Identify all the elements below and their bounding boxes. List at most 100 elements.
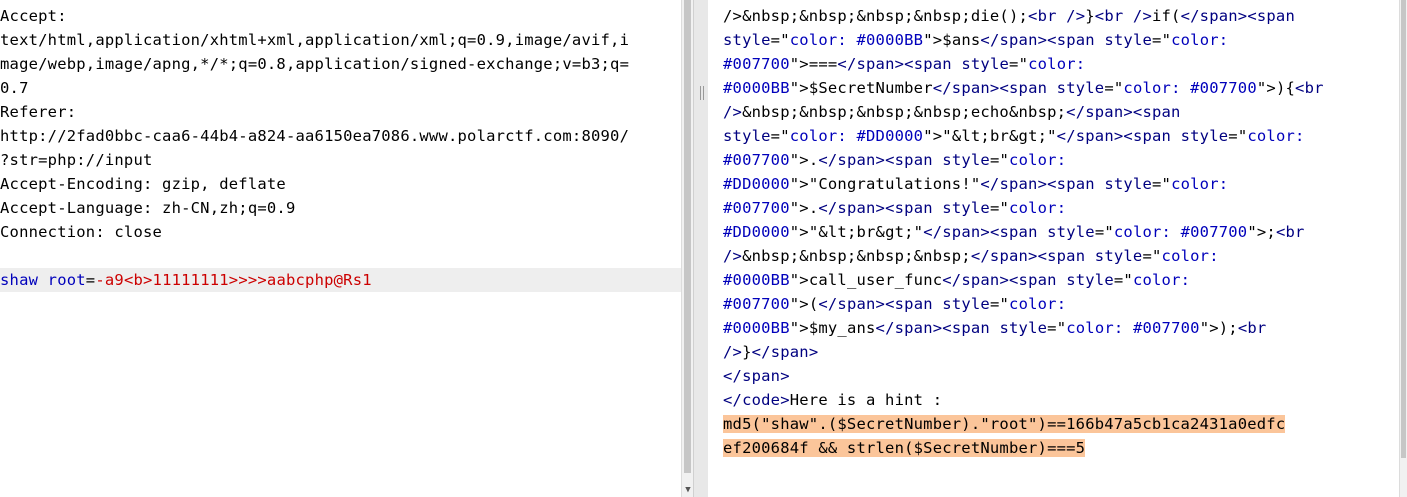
response-token: $ans (942, 31, 981, 49)
response-token: style (1094, 247, 1143, 265)
response-token: #007700 (723, 199, 790, 217)
response-token: "> (789, 271, 809, 289)
request-line: Connection: close (0, 223, 163, 241)
response-token: style (1066, 271, 1114, 289)
response-token: =" (770, 127, 790, 145)
response-line: #007700">===</span><span style="color: (723, 52, 1085, 76)
request-scrollbar-thumb[interactable] (684, 0, 691, 473)
response-token: /> (723, 103, 743, 121)
response-token: </span> (1056, 127, 1124, 145)
response-token: =" (1104, 79, 1124, 97)
response-token: </span> (875, 319, 943, 337)
response-token: <span (1123, 127, 1181, 145)
response-line: />&nbsp;&nbsp;&nbsp;&nbsp;</span><span s… (723, 244, 1219, 268)
request-line: http://2fad0bbc-caa6-44b4-a824-aa6150ea7… (0, 127, 630, 145)
response-line: #007700">(</span><span style="color: (723, 292, 1066, 316)
response-token: color: #007700 (1066, 319, 1200, 337)
response-token: } (742, 343, 752, 361)
response-token: =" (1094, 223, 1114, 241)
response-line: style="color: #0000BB">$ans</span><span … (723, 28, 1228, 52)
response-token: <br /> (1094, 7, 1152, 25)
response-token: </span> (837, 55, 905, 73)
request-line: text/html,application/xhtml+xml,applicat… (0, 31, 630, 49)
response-token: "> (789, 223, 809, 241)
response-token: "> (1247, 223, 1267, 241)
response-token: /> (723, 247, 743, 265)
response-token: ); (1218, 319, 1238, 337)
request-line: Referer: (0, 103, 77, 121)
response-token: "> (1256, 79, 1276, 97)
response-token: </span> (818, 199, 886, 217)
response-token: #0000BB (723, 79, 790, 97)
response-scrollbar[interactable] (1399, 0, 1407, 497)
response-line: md5("shaw".($SecretNumber)."root")==166b… (723, 412, 1286, 436)
response-token: color: #0000BB (789, 31, 924, 49)
response-token: color: (1171, 31, 1229, 49)
request-line: Accept-Encoding: gzip, deflate (0, 175, 286, 193)
response-token: style (1180, 127, 1229, 145)
response-token: color: (1171, 175, 1229, 193)
response-line: #DD0000">"Congratulations!"</span><span … (723, 172, 1228, 196)
response-token: </span> (980, 175, 1048, 193)
response-token: "> (789, 295, 809, 313)
response-token: <span (942, 319, 1000, 337)
response-token: =" (989, 151, 1010, 169)
response-token: color: (1009, 199, 1067, 217)
response-token: =" (1009, 55, 1029, 73)
response-token: #0000BB (723, 319, 790, 337)
response-token: style (999, 319, 1048, 337)
response-line: </code>Here is a hint : (723, 388, 942, 412)
response-token: "&lt;br&gt;" (808, 223, 924, 241)
request-body-line[interactable]: shaw root=-a9<b>11111111>>>>aabcphp@Rs1 (0, 268, 372, 292)
response-token: #DD0000 (723, 175, 790, 193)
request-body-param-name: shaw root (0, 271, 86, 289)
response-token: color: (1028, 55, 1086, 73)
response-line: />&nbsp;&nbsp;&nbsp;&nbsp;echo&nbsp;</sp… (723, 100, 1181, 124)
response-token: =" (1152, 31, 1172, 49)
response-token: Here is a hint : (789, 391, 943, 409)
response-token: =" (1047, 319, 1067, 337)
response-token: </span> (751, 343, 819, 361)
response-token: #DD0000 (723, 223, 790, 241)
response-token: "> (789, 79, 809, 97)
response-token: </span> (818, 295, 886, 313)
response-token: "> (789, 55, 809, 73)
response-token: ){ (1275, 79, 1296, 97)
response-token: </span> (1066, 103, 1133, 121)
response-token: <span (1132, 103, 1181, 121)
response-token: style (942, 295, 990, 313)
response-scrollbar-thumb[interactable] (1401, 0, 1406, 458)
response-token: style (961, 55, 1010, 73)
request-line: ?str=php://input (0, 151, 153, 169)
response-line: #007700">.</span><span style="color: (723, 148, 1066, 172)
response-token: if( (1151, 7, 1181, 25)
response-token: <span (885, 151, 943, 169)
response-token: "Congratulations!" (808, 175, 981, 193)
response-token: =" (1228, 127, 1248, 145)
response-token: style (1056, 79, 1105, 97)
response-token: </span> (1180, 7, 1248, 25)
response-line: #0000BB">call_user_func</span><span styl… (723, 268, 1190, 292)
response-token: $SecretNumber (808, 79, 933, 97)
response-token: #007700 (723, 295, 790, 313)
response-token: style (942, 151, 990, 169)
response-token: #0000BB (723, 271, 790, 289)
response-token: color: (1161, 247, 1219, 265)
response-token: . (808, 151, 819, 169)
response-token: <span (885, 199, 943, 217)
response-line: ef200684f && strlen($SecretNumber)===5 (723, 436, 1086, 460)
response-token: </span> (723, 367, 790, 385)
response-token: &nbsp;&nbsp;&nbsp;&nbsp; (742, 247, 971, 265)
response-token: color: #007700 (1113, 223, 1248, 241)
request-editor[interactable]: Accept: text/html,application/xhtml+xml,a… (0, 0, 681, 497)
divider-grip-icon[interactable] (700, 86, 704, 100)
response-token: =" (770, 31, 790, 49)
response-token: />&nbsp;&nbsp;&nbsp;&nbsp;die(); (723, 7, 1029, 25)
response-token: "> (923, 127, 943, 145)
response-viewer[interactable]: />&nbsp;&nbsp;&nbsp;&nbsp;die();<br />}<… (708, 0, 1399, 497)
highlighted-hint-text: md5("shaw".($SecretNumber)."root")==166b… (723, 415, 1286, 433)
response-token: </span> (942, 271, 1009, 289)
response-token: <span (885, 295, 943, 313)
response-token: style (1047, 223, 1095, 241)
response-token: $my_ans (808, 319, 876, 337)
